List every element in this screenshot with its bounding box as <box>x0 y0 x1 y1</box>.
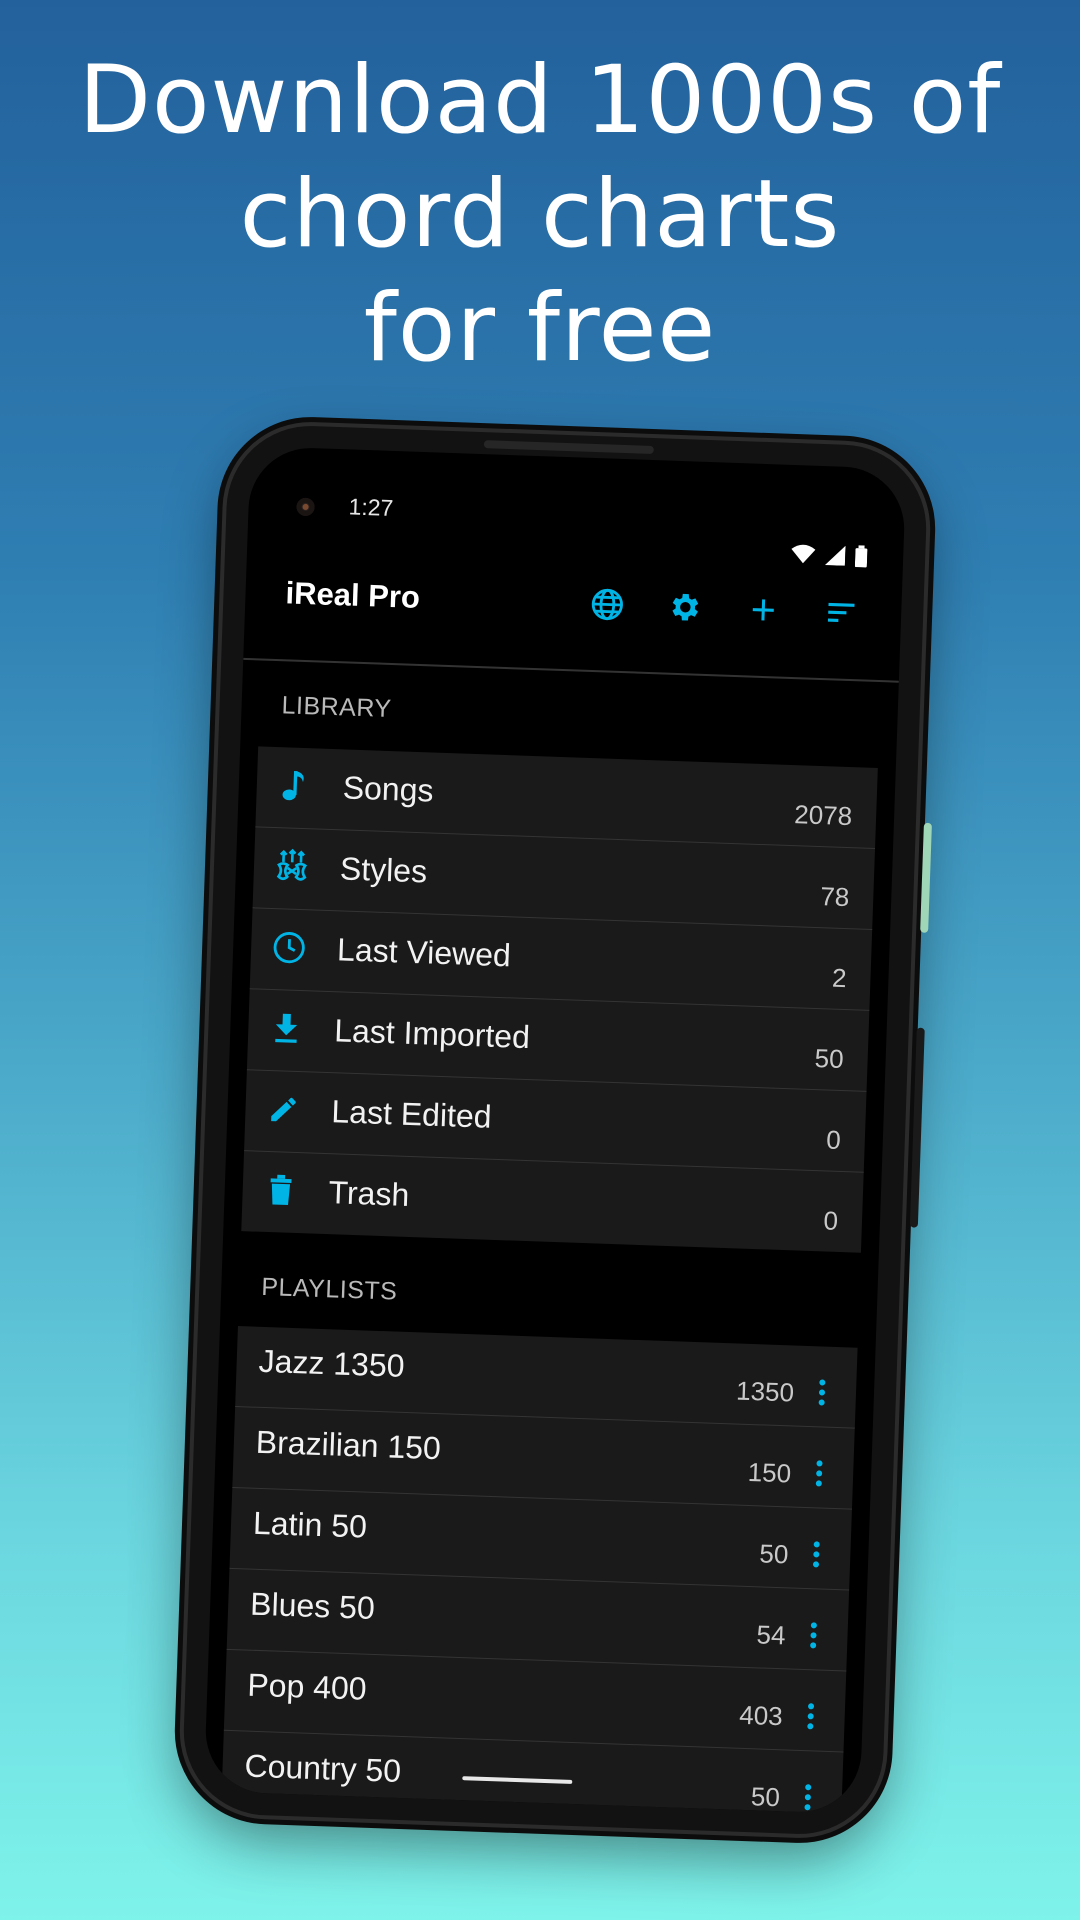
playlists-section-label: PLAYLISTS <box>260 1272 398 1306</box>
playlist-item-label: Brazilian 150 <box>255 1423 442 1467</box>
trash-icon <box>260 1170 301 1211</box>
styles-icon <box>271 846 312 887</box>
clock-icon <box>269 927 310 968</box>
power-button <box>920 822 932 933</box>
playlist-item-label: Latin 50 <box>252 1504 368 1545</box>
library-item-count: 50 <box>814 1043 845 1075</box>
playlist-item-count: 50 <box>758 1538 789 1570</box>
status-time: 1:27 <box>348 493 394 521</box>
more-vert-icon[interactable] <box>795 1777 820 1814</box>
cell-signal-icon <box>824 545 846 571</box>
more-vert-icon[interactable] <box>809 1372 834 1413</box>
library-item-count: 0 <box>825 1124 842 1155</box>
library-item-label: Last Viewed <box>336 931 512 974</box>
library-item-label: Last Edited <box>330 1093 493 1135</box>
headline-line-1: Download 1000s of <box>78 46 1002 155</box>
headline-line-3: for free <box>363 274 717 383</box>
library-item-count: 0 <box>823 1205 839 1236</box>
app-bar: iReal Pro <box>243 555 903 683</box>
volume-button <box>909 1027 925 1228</box>
front-camera <box>296 497 315 517</box>
wifi-icon <box>791 544 816 570</box>
library-item-label: Last Imported <box>333 1012 531 1056</box>
playlist-item-label: Blues 50 <box>249 1585 376 1626</box>
library-item-count: 2078 <box>793 799 853 832</box>
plus-icon[interactable] <box>743 589 784 630</box>
status-icons <box>791 543 868 573</box>
headline-line-2: chord charts <box>239 160 841 269</box>
gear-icon[interactable] <box>665 587 706 628</box>
playlist-item-count: 50 <box>750 1781 781 1813</box>
playlists-list: Jazz 1350 1350 Brazilian 150 150 Latin 5… <box>221 1326 858 1815</box>
music-note-icon <box>274 765 315 806</box>
playlist-item-count: 150 <box>747 1456 792 1489</box>
battery-icon <box>854 545 868 572</box>
playlist-item-count: 54 <box>756 1619 787 1651</box>
sort-icon[interactable] <box>821 592 862 633</box>
library-item-label: Trash <box>328 1174 410 1213</box>
library-list: Songs 2078 Styles 78 Last Viewed 2 Last … <box>241 746 878 1253</box>
playlist-item-label: Jazz 1350 <box>258 1342 406 1384</box>
globe-icon[interactable] <box>587 584 628 625</box>
more-vert-icon[interactable] <box>801 1615 826 1656</box>
more-vert-icon[interactable] <box>798 1696 823 1737</box>
speaker-grille <box>483 440 654 455</box>
more-vert-icon[interactable] <box>804 1534 829 1575</box>
download-icon <box>266 1008 307 1049</box>
app-title: iReal Pro <box>284 575 421 615</box>
library-section-label: LIBRARY <box>281 691 393 724</box>
library-item-label: Styles <box>339 850 428 890</box>
toolbar <box>587 584 862 634</box>
more-vert-icon[interactable] <box>806 1453 831 1494</box>
playlist-item-count: 1350 <box>735 1375 795 1408</box>
playlist-item-count: 403 <box>738 1699 784 1732</box>
headline: Download 1000s of chord charts for free <box>0 44 1080 386</box>
phone-screen: 1:27 iReal Pro LIBRARY Songs 2078 Styles… <box>203 445 907 1815</box>
pencil-icon <box>263 1089 304 1130</box>
playlist-item-label: Country 50 <box>244 1747 402 1790</box>
library-item-count: 2 <box>831 962 848 994</box>
library-item-label: Songs <box>342 769 435 809</box>
library-item-count: 78 <box>819 881 850 913</box>
playlist-item-label: Pop 400 <box>246 1666 368 1707</box>
phone-frame: 1:27 iReal Pro LIBRARY Songs 2078 Styles… <box>180 423 932 1837</box>
